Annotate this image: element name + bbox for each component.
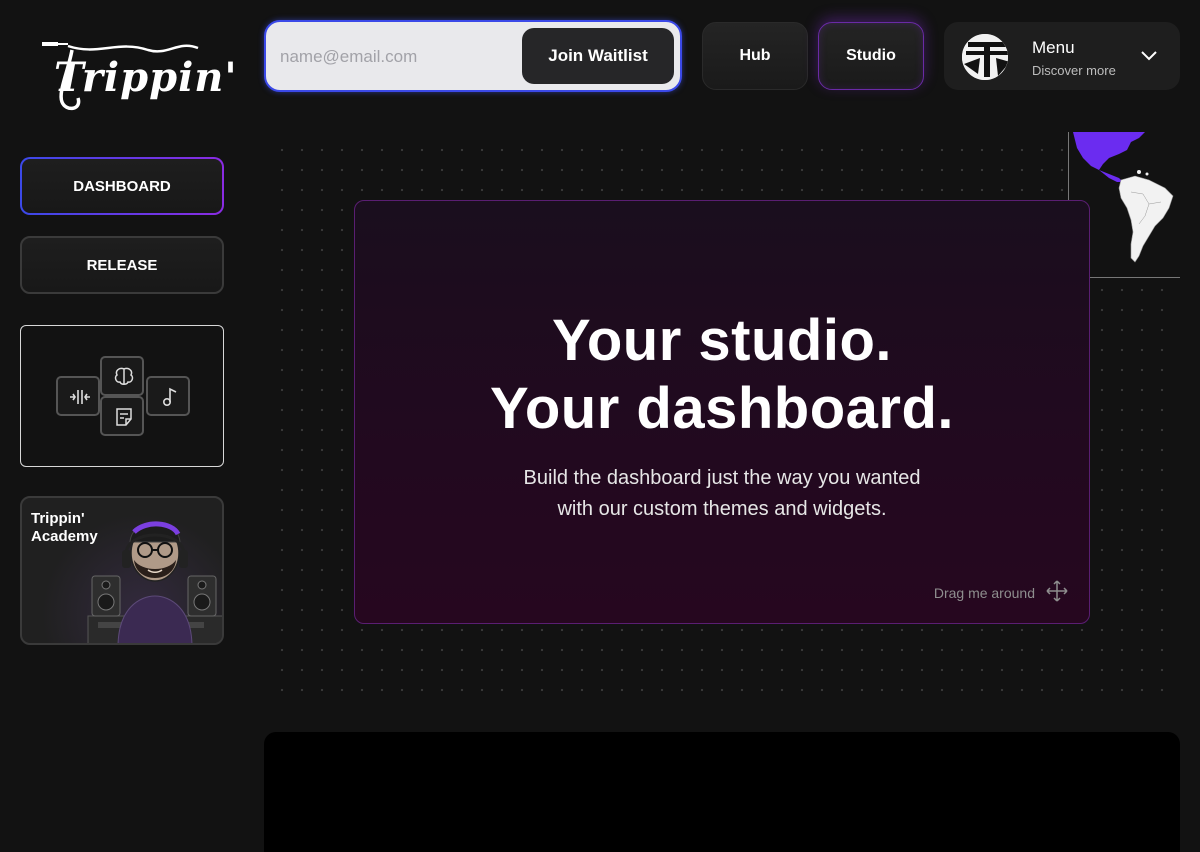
chevron-down-icon	[1141, 51, 1157, 61]
studio-button[interactable]: Studio	[818, 22, 924, 90]
menu-title: Menu	[1032, 38, 1075, 57]
music-note-icon	[146, 376, 190, 416]
hero-subtitle-line1: Build the dashboard just the way you wan…	[523, 467, 921, 489]
drag-hint: Drag me around	[933, 585, 1035, 601]
move-icon[interactable]	[1045, 579, 1069, 603]
brain-icon	[100, 356, 144, 396]
hero-widget[interactable]: Your studio. Your dashboard. Build the d…	[354, 200, 1090, 624]
logo-wordmark: Trippin'	[54, 54, 238, 101]
hero-subtitle: Build the dashboard just the way you wan…	[355, 463, 1089, 525]
email-input[interactable]	[280, 44, 520, 70]
trippin-logo[interactable]: Trippin'	[38, 32, 237, 124]
note-icon	[100, 396, 144, 436]
hero-title-line2: Your dashboard.	[489, 376, 955, 441]
academy-illustration	[87, 521, 222, 643]
hub-button[interactable]: Hub	[702, 22, 808, 90]
avatar	[960, 32, 1010, 82]
join-waitlist-button[interactable]: Join Waitlist	[522, 28, 674, 84]
menu-dropdown[interactable]: Menu Discover more	[944, 22, 1180, 90]
hero-subtitle-line2: with our custom themes and widgets.	[557, 498, 887, 520]
bottom-section	[264, 732, 1180, 852]
hero-title-line1: Your studio.	[551, 308, 892, 373]
sidebar-item-release[interactable]: RELEASE	[20, 236, 224, 294]
widgets-card[interactable]	[20, 325, 224, 467]
waveform-icon	[56, 376, 100, 416]
waitlist-form: Join Waitlist	[264, 20, 682, 92]
menu-subtitle: Discover more	[1032, 63, 1116, 78]
academy-card[interactable]: Trippin' Academy	[20, 496, 224, 645]
sidebar-item-dashboard[interactable]: DASHBOARD	[20, 157, 224, 215]
